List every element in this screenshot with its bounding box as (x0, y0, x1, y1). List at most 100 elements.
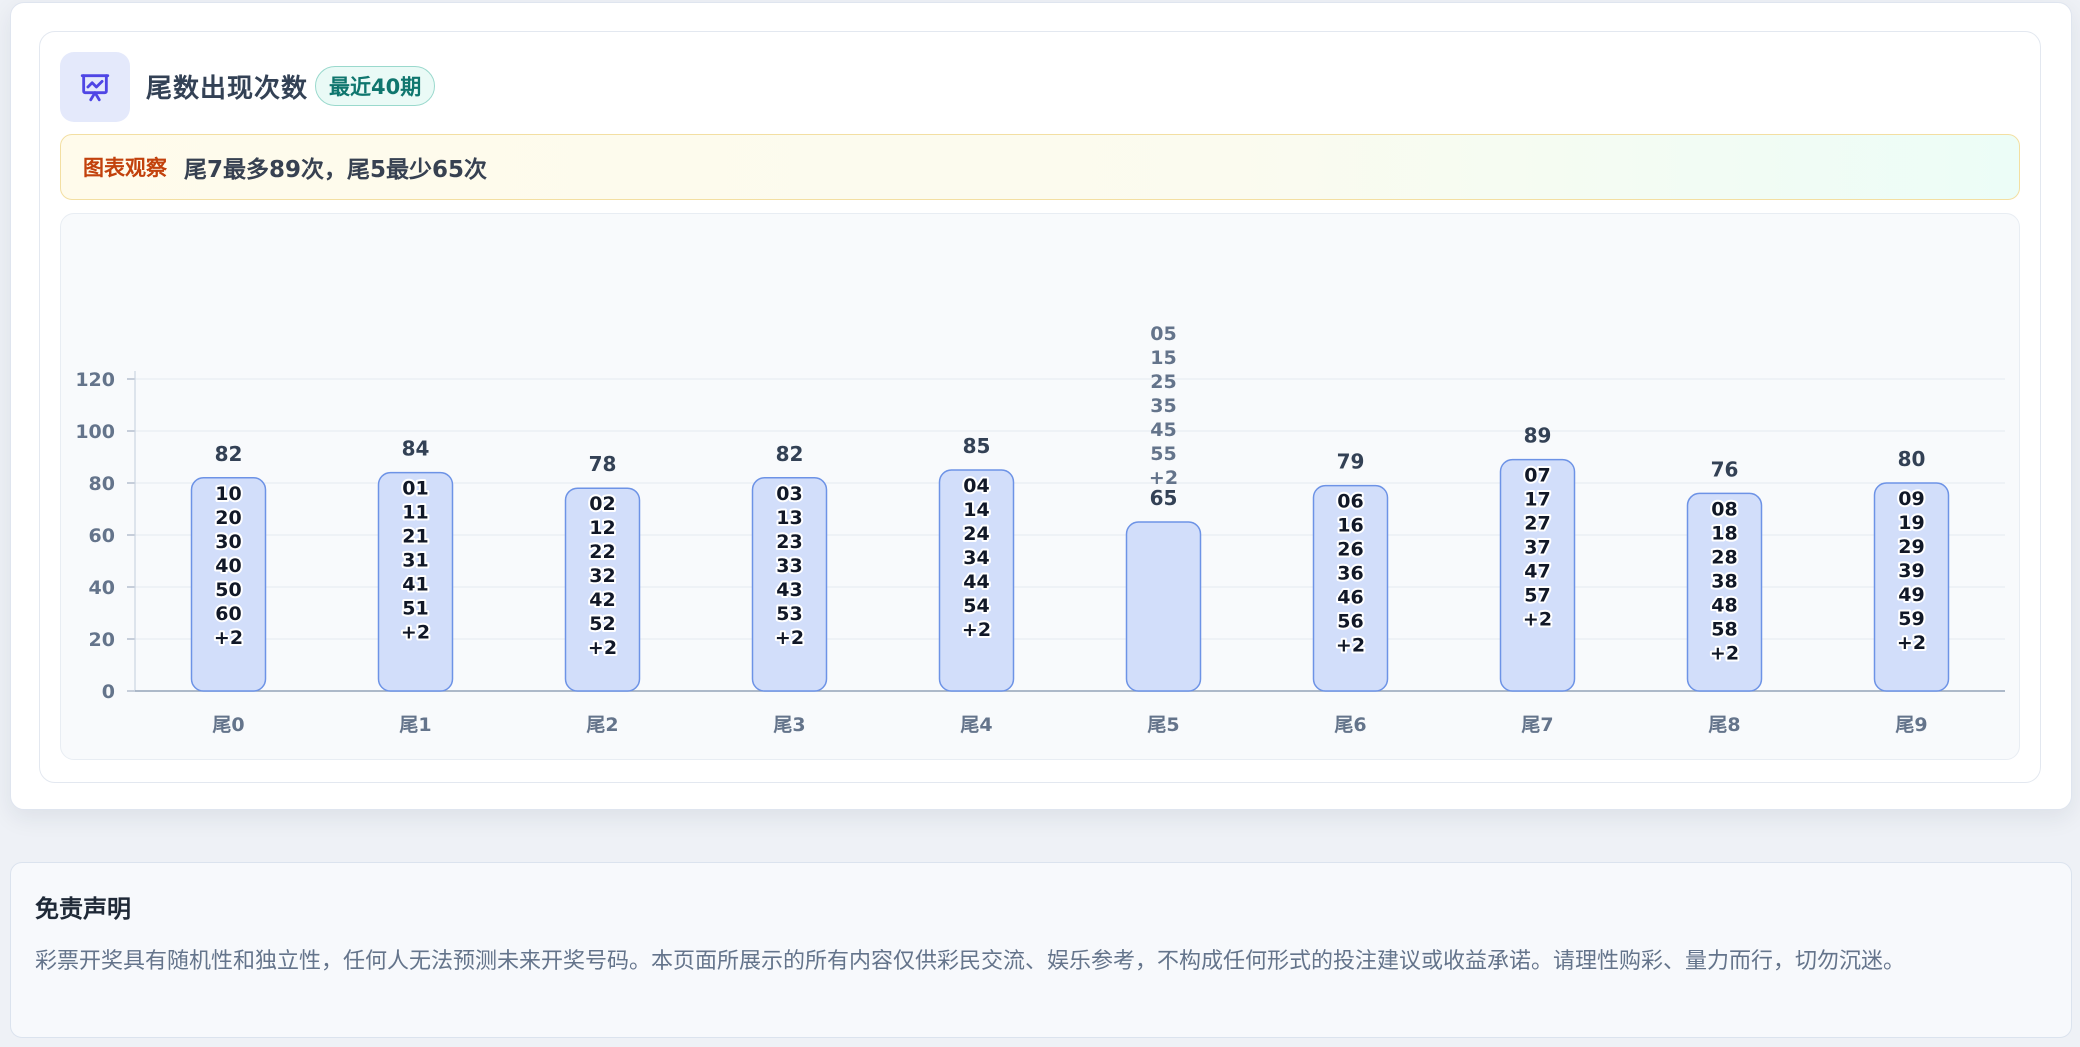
bar-number-label: 32 (589, 565, 615, 587)
bar-number-label: 28 (1711, 546, 1737, 568)
bar-number-label: 53 (776, 603, 802, 625)
y-tick-label: 0 (102, 681, 115, 703)
category-label: 尾4 (960, 714, 992, 736)
value-label: 78 (589, 452, 617, 476)
bar-number-label: +2 (1336, 635, 1365, 657)
value-label: 79 (1337, 450, 1365, 474)
bar-number-label: 26 (1337, 539, 1363, 561)
bar-number-label: 33 (776, 555, 802, 577)
category-label: 尾1 (399, 714, 431, 736)
value-label: 84 (402, 437, 430, 461)
bar-number-label: 04 (963, 475, 989, 497)
bar-number-label: 57 (1524, 585, 1550, 607)
category-label: 尾7 (1521, 714, 1553, 736)
bar-number-label: 10 (215, 483, 241, 505)
category-label: 尾9 (1895, 714, 1927, 736)
category-label: 尾0 (212, 714, 244, 736)
bar-number-label: 56 (1337, 611, 1363, 633)
bar-number-label: 59 (1898, 608, 1924, 630)
bar-number-label: 14 (963, 499, 989, 521)
bar-number-label: 52 (589, 613, 615, 635)
bar-number-label: 15 (1150, 347, 1176, 369)
y-tick-label: 20 (89, 629, 115, 651)
bar-number-label: 46 (1337, 587, 1363, 609)
bar-number-label: 19 (1898, 512, 1924, 534)
bar-number-label: 16 (1337, 515, 1363, 537)
disclaimer-text: 彩票开奖具有随机性和独立性，任何人无法预测未来开奖号码。本页面所展示的所有内容仅… (35, 949, 1906, 974)
value-label: 76 (1711, 457, 1739, 481)
bar-number-label: 06 (1337, 491, 1363, 513)
bar-number-label: 35 (1150, 395, 1176, 417)
y-tick-label: 100 (75, 421, 115, 443)
period-badge: 最近40期 (315, 66, 436, 106)
y-tick-label: 120 (75, 369, 115, 391)
bar-number-label: +2 (775, 627, 804, 649)
presentation-chart-icon (60, 52, 130, 122)
bar-number-label: +2 (214, 627, 243, 649)
bar-number-label: +2 (588, 637, 617, 659)
bar-number-label: 42 (589, 589, 615, 611)
bar-number-label: +2 (401, 622, 430, 644)
bar-number-label: 13 (776, 507, 802, 529)
bar-number-label: 31 (402, 550, 428, 572)
y-tick-label: 40 (89, 577, 115, 599)
bar-number-label: 07 (1524, 465, 1550, 487)
bar-number-label: 02 (589, 493, 615, 515)
bar-number-label: 39 (1898, 560, 1924, 582)
category-label: 尾8 (1708, 714, 1740, 736)
bar-number-label: 11 (402, 502, 428, 524)
bar-number-label: 20 (215, 507, 241, 529)
category-label: 尾2 (586, 714, 618, 736)
bar-number-label: 21 (402, 526, 428, 548)
category-label: 尾3 (773, 714, 805, 736)
bar-number-label: 22 (589, 541, 615, 563)
bar-number-label: 27 (1524, 513, 1550, 535)
value-label: 82 (776, 442, 804, 466)
bar-number-label: 17 (1524, 489, 1550, 511)
bar-number-label: 51 (402, 598, 428, 620)
bar-number-label: 55 (1150, 443, 1176, 465)
bar-number-label: 40 (215, 555, 241, 577)
value-label: 65 (1150, 486, 1178, 510)
y-tick-label: 60 (89, 525, 115, 547)
bar-number-label: 09 (1898, 488, 1924, 510)
disclaimer-title: 免责声明 (35, 895, 131, 923)
bar-number-label: 25 (1150, 371, 1176, 393)
bar-number-label: 18 (1711, 522, 1737, 544)
bar-number-label: 58 (1711, 618, 1737, 640)
bar-number-label: 24 (963, 523, 989, 545)
bar[interactable] (1125, 521, 1202, 692)
bar-number-label: 08 (1711, 498, 1737, 520)
category-label: 尾5 (1147, 714, 1179, 736)
y-tick-label: 80 (89, 473, 115, 495)
bar-number-label: 37 (1524, 537, 1550, 559)
bar-number-label: 49 (1898, 584, 1924, 606)
bar-number-label: 03 (776, 483, 802, 505)
bar-number-label: +2 (962, 619, 991, 641)
category-label: 尾6 (1334, 714, 1366, 736)
bar-number-label: +2 (1523, 609, 1552, 631)
bar-number-label: 01 (402, 478, 428, 500)
bar-number-label: 23 (776, 531, 802, 553)
bar-number-label: 41 (402, 574, 428, 596)
observation-label: 图表观察 (83, 156, 167, 180)
bar-number-label: 44 (963, 571, 989, 593)
bar-number-label: 60 (215, 603, 241, 625)
bar-number-label: 30 (215, 531, 241, 553)
observation-text: 尾7最多89次，尾5最少65次 (184, 157, 488, 183)
bar-number-label: 50 (215, 579, 241, 601)
bar-number-label: 05 (1150, 323, 1176, 345)
bar-number-label: 43 (776, 579, 802, 601)
page-title: 尾数出现次数 (146, 74, 309, 104)
chart-area: 0 20 40 60 80 100 120 82 10 20 30 40 50 60 +2 尾0 84 01 11 2… (60, 213, 2020, 760)
disclaimer-panel: 免责声明 彩票开奖具有随机性和独立性，任何人无法预测未来开奖号码。本页面所展示的… (10, 862, 2072, 1038)
tail-count-bar-chart: 02040608010012082102030405060+2尾08401112… (75, 323, 2005, 736)
bar-number-label: 12 (589, 517, 615, 539)
bar-number-label: 34 (963, 547, 989, 569)
value-label: 89 (1524, 424, 1552, 448)
value-label: 85 (963, 434, 991, 458)
chart-observation: 图表观察 尾7最多89次，尾5最少65次 (60, 134, 2020, 200)
bar-number-label: 36 (1337, 563, 1363, 585)
value-label: 82 (215, 442, 243, 466)
bar-number-label: 48 (1711, 594, 1737, 616)
